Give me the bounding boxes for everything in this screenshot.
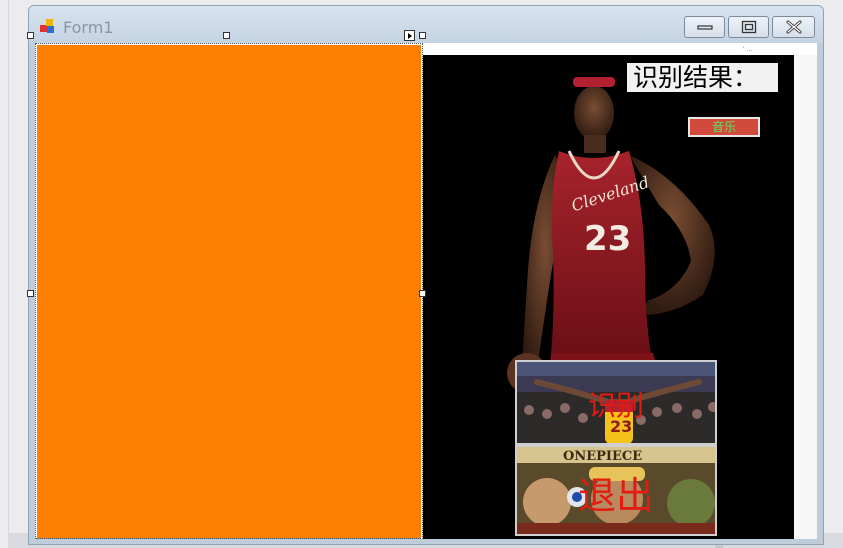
resize-handle-top-middle[interactable] — [223, 32, 230, 39]
resize-handle-top-right[interactable] — [419, 32, 426, 39]
exit-button-label: 退出 — [577, 474, 654, 518]
resize-handle-middle-left[interactable] — [27, 290, 34, 297]
maximize-icon — [741, 20, 756, 34]
form-client-area: ' ... Cleveland 23 识别结果： 音乐 23 识别 ONEPIE… — [35, 43, 817, 539]
svg-text:ONEPIECE: ONEPIECE — [563, 449, 642, 464]
minimize-button[interactable] — [684, 16, 725, 38]
smart-tag-button[interactable] — [404, 30, 415, 41]
window-title: Form1 — [63, 18, 114, 37]
panel-right-margin — [794, 55, 817, 539]
smart-tag-arrow-icon — [408, 33, 412, 39]
left-panel[interactable] — [37, 45, 421, 539]
music-button[interactable]: 音乐 — [688, 117, 760, 137]
exit-button[interactable]: ONEPIECE 退出 — [515, 445, 717, 536]
close-button[interactable] — [772, 16, 815, 38]
resize-handle-top-left[interactable] — [27, 32, 34, 39]
maximize-button[interactable] — [728, 16, 769, 38]
minimize-icon — [696, 25, 713, 30]
corner-logo: ' ... — [743, 46, 753, 53]
result-label: 识别结果： — [627, 63, 778, 92]
form-app-icon — [40, 19, 56, 35]
identify-button[interactable]: 23 识别 — [515, 360, 717, 445]
form-window[interactable]: Form1 ' ... Cleveland 23 识别结果： 音乐 23 识别 … — [28, 5, 824, 545]
close-icon — [786, 20, 801, 34]
identify-button-label: 识别 — [587, 389, 644, 422]
designer-divider — [8, 0, 9, 548]
title-bar[interactable]: Form1 — [29, 6, 823, 44]
resize-handle-middle-right[interactable] — [419, 290, 426, 297]
svg-text:23: 23 — [584, 219, 631, 259]
